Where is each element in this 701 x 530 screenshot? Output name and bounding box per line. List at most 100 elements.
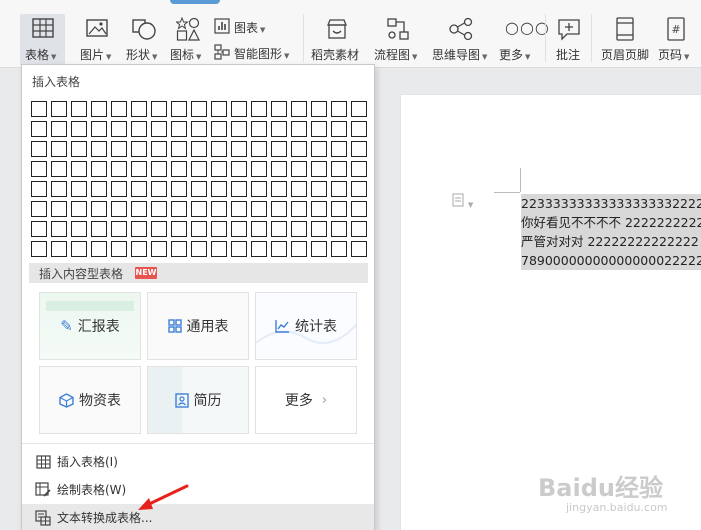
table-grid-cell[interactable] (211, 221, 227, 237)
table-grid-cell[interactable] (31, 181, 47, 197)
table-grid-cell[interactable] (111, 241, 127, 257)
table-grid-cell[interactable] (131, 141, 147, 157)
table-grid-cell[interactable] (111, 121, 127, 137)
paragraph-layout-icon[interactable]: ▼ (452, 193, 473, 210)
table-grid-cell[interactable] (251, 201, 267, 217)
table-grid-cell[interactable] (331, 161, 347, 177)
table-grid-cell[interactable] (211, 181, 227, 197)
more-button[interactable]: ○○○ 更多 ▼ (497, 14, 549, 66)
table-grid-cell[interactable] (31, 101, 47, 117)
table-grid-cell[interactable] (91, 221, 107, 237)
template-more[interactable]: 更多 › (255, 366, 357, 434)
table-grid-cell[interactable] (191, 101, 207, 117)
table-grid-cell[interactable] (231, 121, 247, 137)
table-grid-cell[interactable] (111, 101, 127, 117)
table-grid-cell[interactable] (311, 201, 327, 217)
table-grid-cell[interactable] (51, 121, 67, 137)
table-grid-cell[interactable] (191, 161, 207, 177)
table-grid-cell[interactable] (191, 221, 207, 237)
table-grid-cell[interactable] (131, 201, 147, 217)
table-grid-cell[interactable] (331, 221, 347, 237)
table-grid-cell[interactable] (31, 221, 47, 237)
table-grid-cell[interactable] (131, 221, 147, 237)
table-grid-cell[interactable] (51, 181, 67, 197)
table-grid-cell[interactable] (51, 161, 67, 177)
table-grid-cell[interactable] (91, 141, 107, 157)
table-grid-cell[interactable] (231, 101, 247, 117)
table-grid-cell[interactable] (311, 181, 327, 197)
table-grid-cell[interactable] (171, 181, 187, 197)
template-resume[interactable]: 简历 (147, 366, 249, 434)
table-grid-cell[interactable] (331, 181, 347, 197)
table-grid-cell[interactable] (251, 121, 267, 137)
table-grid-cell[interactable] (211, 141, 227, 157)
table-grid-cell[interactable] (331, 141, 347, 157)
table-grid-cell[interactable] (171, 101, 187, 117)
document-line[interactable]: 223333333333333333322222222222222 (521, 194, 701, 213)
table-grid-cell[interactable] (271, 201, 287, 217)
table-grid-cell[interactable] (231, 241, 247, 257)
table-grid-cell[interactable] (291, 221, 307, 237)
table-grid-cell[interactable] (31, 241, 47, 257)
table-grid-cell[interactable] (251, 101, 267, 117)
table-grid-cell[interactable] (71, 161, 87, 177)
table-grid-cell[interactable] (91, 241, 107, 257)
table-grid-cell[interactable] (211, 161, 227, 177)
table-grid-cell[interactable] (251, 241, 267, 257)
table-grid-cell[interactable] (131, 241, 147, 257)
table-grid-cell[interactable] (111, 141, 127, 157)
table-grid-cell[interactable] (351, 141, 367, 157)
table-grid-cell[interactable] (131, 101, 147, 117)
template-report[interactable]: ✎ 汇报表 (39, 292, 141, 360)
table-grid-cell[interactable] (291, 141, 307, 157)
table-grid-cell[interactable] (271, 141, 287, 157)
table-grid-cell[interactable] (131, 181, 147, 197)
table-grid-cell[interactable] (51, 241, 67, 257)
table-grid-cell[interactable] (91, 181, 107, 197)
shape-button[interactable]: 形状 ▼ (124, 14, 164, 66)
table-grid-cell[interactable] (191, 201, 207, 217)
table-grid-cell[interactable] (251, 141, 267, 157)
document-line[interactable]: 你好看见不不不不 2222222222222 (521, 213, 701, 232)
table-grid-cell[interactable] (151, 241, 167, 257)
table-grid-cell[interactable] (291, 241, 307, 257)
table-grid-cell[interactable] (351, 241, 367, 257)
table-grid-cell[interactable] (351, 221, 367, 237)
document-page[interactable] (401, 95, 701, 530)
table-grid-cell[interactable] (251, 161, 267, 177)
table-grid-cell[interactable] (171, 241, 187, 257)
table-grid-cell[interactable] (311, 221, 327, 237)
template-materials[interactable]: 物资表 (39, 366, 141, 434)
table-grid-cell[interactable] (71, 101, 87, 117)
table-grid-cell[interactable] (331, 101, 347, 117)
comment-button[interactable]: 批注 (550, 14, 588, 66)
table-grid-cell[interactable] (91, 121, 107, 137)
table-grid-cell[interactable] (31, 141, 47, 157)
table-grid-cell[interactable] (351, 181, 367, 197)
table-grid-cell[interactable] (231, 141, 247, 157)
table-grid-cell[interactable] (171, 141, 187, 157)
table-grid-cell[interactable] (151, 221, 167, 237)
menu-draw-table[interactable]: 绘制表格(W) (22, 476, 374, 503)
table-grid-cell[interactable] (191, 241, 207, 257)
table-grid-cell[interactable] (51, 221, 67, 237)
table-size-grid[interactable] (29, 99, 369, 259)
table-grid-cell[interactable] (231, 201, 247, 217)
table-grid-cell[interactable] (71, 141, 87, 157)
table-grid-cell[interactable] (31, 201, 47, 217)
smart-graphic-button[interactable]: 智能图形 ▼ (214, 42, 314, 64)
table-grid-cell[interactable] (251, 181, 267, 197)
table-grid-cell[interactable] (151, 141, 167, 157)
table-grid-cell[interactable] (111, 221, 127, 237)
table-grid-cell[interactable] (71, 221, 87, 237)
flowchart-button[interactable]: 流程图 ▼ (372, 14, 426, 66)
table-grid-cell[interactable] (51, 201, 67, 217)
table-grid-cell[interactable] (51, 141, 67, 157)
document-line[interactable]: 严管对对对 22222222222222 2 (521, 232, 701, 251)
table-grid-cell[interactable] (271, 181, 287, 197)
table-grid-cell[interactable] (291, 161, 307, 177)
table-grid-cell[interactable] (91, 201, 107, 217)
table-grid-cell[interactable] (311, 241, 327, 257)
table-grid-cell[interactable] (291, 121, 307, 137)
table-grid-cell[interactable] (191, 141, 207, 157)
